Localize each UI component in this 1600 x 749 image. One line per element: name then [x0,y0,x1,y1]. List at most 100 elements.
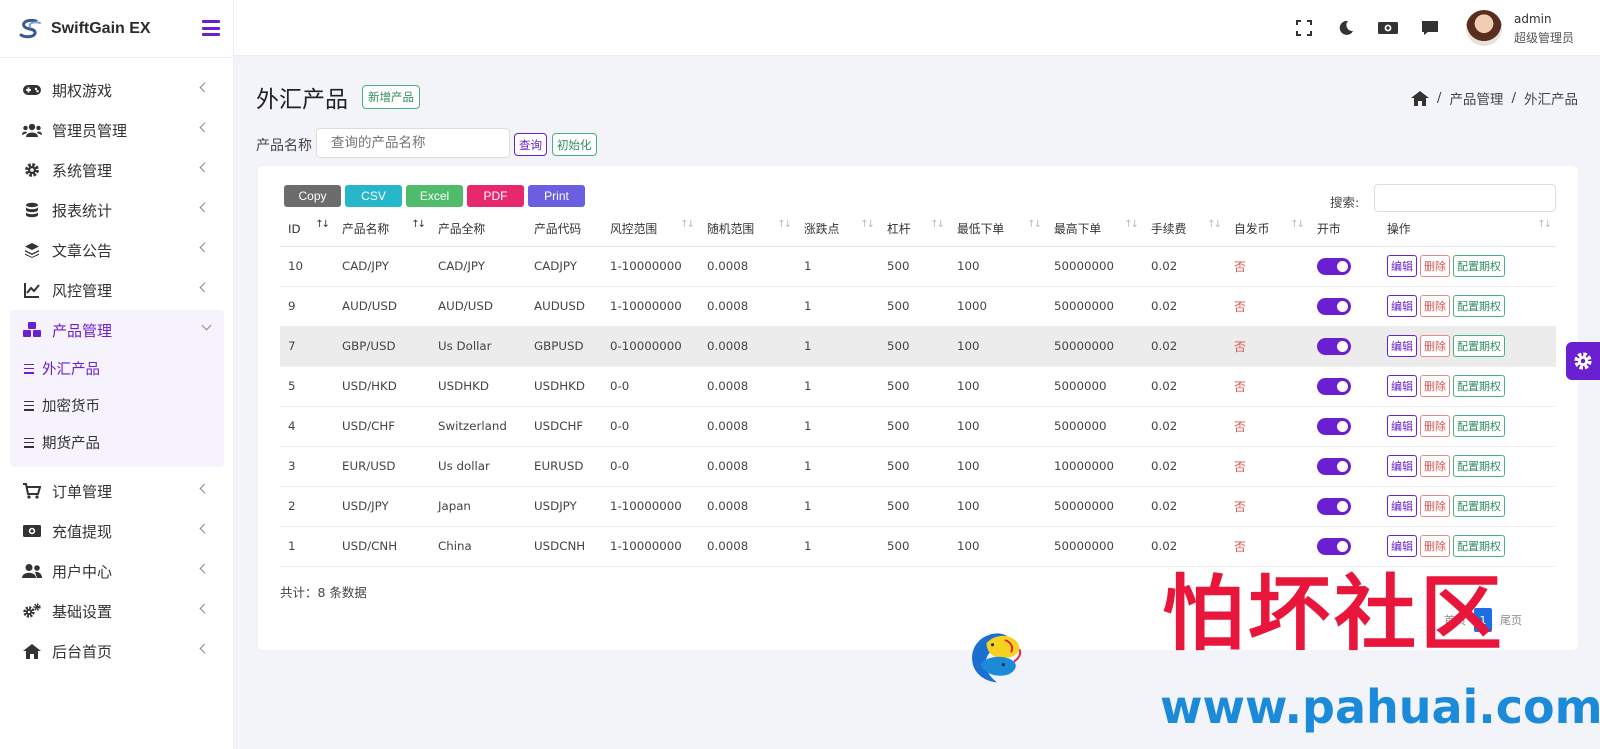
market-open-toggle[interactable] [1317,257,1351,275]
column-header[interactable]: 自发币 ↑↓ [1226,212,1309,247]
column-header[interactable]: 最低下单 ↑↓ [949,212,1046,247]
chevron-left-icon [199,523,210,534]
delete-button[interactable]: 删除 [1420,415,1450,437]
edit-button[interactable]: 编辑 [1387,495,1417,517]
column-header[interactable]: 最高下单 ↑↓ [1046,212,1143,247]
sidebar-item-orders[interactable]: 订单管理 [0,471,234,511]
edit-button[interactable]: 编辑 [1387,255,1417,277]
cubes-icon [22,320,42,340]
market-open-toggle[interactable] [1317,417,1351,435]
excel-button[interactable]: Excel [406,185,463,207]
market-open-toggle[interactable] [1317,497,1351,515]
watermark-text: 怕坏社区 [1162,567,1507,662]
configure-options-button[interactable]: 配置期权 [1453,455,1505,477]
edit-button[interactable]: 编辑 [1387,295,1417,317]
table-cell-rand: 0.0008 [699,366,796,407]
query-button[interactable]: 查询 [514,133,547,156]
sidebar-item-users[interactable]: 用户中心 [0,551,234,591]
delete-button[interactable]: 删除 [1420,375,1450,397]
pdf-button[interactable]: PDF [467,185,524,207]
menu-toggle-icon[interactable] [202,20,220,36]
sidebar-item-settings[interactable]: 基础设置 [0,591,234,631]
column-header[interactable]: 产品名称 ↑↓ [334,212,430,247]
table-cell-min: 100 [949,486,1046,527]
settings-gear-button[interactable] [1566,342,1600,380]
configure-options-button[interactable]: 配置期权 [1453,335,1505,357]
table-cell-pt: 1 [796,526,879,567]
configure-options-button[interactable]: 配置期权 [1453,535,1505,557]
column-header[interactable]: 产品全称 [430,212,526,247]
home-icon[interactable] [1410,89,1429,107]
column-header-label: 随机范围 [707,222,755,237]
market-open-toggle[interactable] [1317,537,1351,555]
market-open-toggle[interactable] [1317,377,1351,395]
column-header[interactable]: ID ↑↓ [280,212,334,247]
configure-options-button[interactable]: 配置期权 [1453,295,1505,317]
brand: SwiftGain EX [0,0,233,58]
column-header[interactable]: 开市 [1309,212,1379,247]
sidebar-item-articles[interactable]: 文章公告 [0,230,234,270]
money-icon [22,521,42,541]
market-open-toggle[interactable] [1317,337,1351,355]
configure-options-button[interactable]: 配置期权 [1453,415,1505,437]
sidebar-item-risk[interactable]: 风控管理 [0,270,234,310]
column-header[interactable]: 涨跌点 ↑↓ [796,212,879,247]
sidebar-item-reports[interactable]: 报表统计 [0,190,234,230]
sidebar-subitem-forex[interactable]: 外汇产品 [10,350,224,387]
sidebar-item-options-game[interactable]: 期权游戏 [0,70,234,110]
table-cell-name: AUD/USD [334,286,430,327]
sidebar-item-deposit[interactable]: 充值提现 [0,511,234,551]
column-header[interactable]: 操作 ↑↓ [1379,212,1556,247]
edit-button[interactable]: 编辑 [1387,335,1417,357]
csv-button[interactable]: CSV [345,185,402,207]
reset-button[interactable]: 初始化 [552,133,597,156]
edit-button[interactable]: 编辑 [1387,375,1417,397]
column-header[interactable]: 产品代码 [526,212,602,247]
money-icon[interactable] [1378,18,1398,38]
market-open-toggle[interactable] [1317,297,1351,315]
edit-button[interactable]: 编辑 [1387,535,1417,557]
column-header[interactable]: 随机范围 ↑↓ [699,212,796,247]
sidebar-item-system[interactable]: 系统管理 [0,150,234,190]
delete-button[interactable]: 删除 [1420,495,1450,517]
sidebar-item-home[interactable]: 后台首页 [0,631,234,671]
table-cell-fee: 0.02 [1143,486,1226,527]
product-name-search-input[interactable] [316,128,510,158]
configure-options-button[interactable]: 配置期权 [1453,375,1505,397]
column-header-label: ID [288,221,301,236]
edit-button[interactable]: 编辑 [1387,415,1417,437]
column-header[interactable]: 风控范围 ↑↓ [602,212,699,247]
table-search-input[interactable] [1374,184,1556,212]
dark-mode-moon-icon[interactable] [1336,18,1356,38]
table-cell-risk: 0-0 [602,406,699,447]
configure-options-button[interactable]: 配置期权 [1453,255,1505,277]
sidebar-subitem-crypto[interactable]: 加密货币 [10,387,224,424]
column-header[interactable]: 手续费 ↑↓ [1143,212,1226,247]
sidebar-subitem-futures[interactable]: 期货产品 [10,424,224,461]
delete-button[interactable]: 删除 [1420,335,1450,357]
column-header[interactable]: 杠杆 ↑↓ [879,212,949,247]
fullscreen-icon[interactable] [1294,18,1314,38]
delete-button[interactable]: 删除 [1420,255,1450,277]
table-cell-max: 50000000 [1046,526,1143,567]
copy-button[interactable]: Copy [284,185,341,207]
table-cell-pt: 1 [796,406,879,447]
market-open-toggle[interactable] [1317,457,1351,475]
table-cell-rand: 0.0008 [699,406,796,447]
chat-icon[interactable] [1420,18,1440,38]
table-cell-id: 10 [280,246,334,287]
sidebar-item-products[interactable]: 产品管理 [10,310,224,350]
breadcrumb-item[interactable]: 产品管理 [1449,88,1503,108]
edit-button[interactable]: 编辑 [1387,455,1417,477]
sidebar-item-admin[interactable]: 管理员管理 [0,110,234,150]
configure-options-button[interactable]: 配置期权 [1453,495,1505,517]
table-cell-min: 100 [949,366,1046,407]
avatar[interactable] [1466,10,1502,46]
delete-button[interactable]: 删除 [1420,295,1450,317]
add-product-button[interactable]: 新增产品 [362,85,420,109]
delete-button[interactable]: 删除 [1420,535,1450,557]
print-button[interactable]: Print [528,185,585,207]
table-cell-pt: 1 [796,326,879,367]
watermark-url: www.pahuai.com [1160,680,1600,734]
delete-button[interactable]: 删除 [1420,455,1450,477]
